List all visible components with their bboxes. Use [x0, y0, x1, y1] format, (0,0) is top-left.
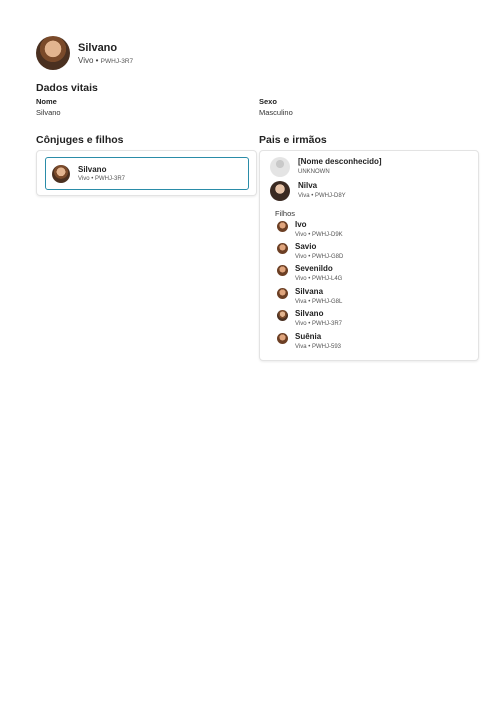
child-name: Suênia	[295, 332, 322, 341]
sex-value: Masculino	[259, 108, 293, 117]
person-header: Silvano Vivo • PWHJ-3R7	[36, 36, 133, 70]
father-meta: UNKNOWN	[298, 169, 330, 175]
child-row[interactable]: Silvano Vivo • PWHJ-3R7	[277, 309, 342, 327]
vitals-title: Dados vitais	[36, 82, 98, 94]
child-name: Savio	[295, 242, 317, 251]
children-label: Filhos	[275, 209, 296, 218]
child-meta: Vivo • PWHJ-3R7	[295, 321, 343, 327]
child-meta: Vivo • PWHJ-D9K	[295, 232, 343, 238]
child-name: Ivo	[295, 220, 307, 229]
child-meta: Vivo • PWHJ-G8D	[295, 254, 344, 260]
person-card-meta: Vivo • PWHJ-3R7	[78, 176, 126, 182]
father-row[interactable]: [Nome desconhecido] UNKNOWN	[270, 157, 382, 177]
child-row[interactable]: Savio Vivo • PWHJ-G8D	[277, 242, 343, 260]
father-name: [Nome desconhecido]	[298, 157, 382, 166]
child-name: Sevenildo	[295, 264, 333, 273]
child-avatar	[277, 243, 288, 254]
mother-name: Nilva	[298, 181, 318, 190]
person-pid: PWHJ-3R7	[100, 57, 134, 65]
person-card[interactable]: Silvano Vivo • PWHJ-3R7	[45, 157, 249, 190]
spouses-title: Cônjuges e filhos	[36, 134, 124, 146]
sex-label: Sexo	[259, 97, 277, 106]
child-meta: Viva • PWHJ-593	[295, 344, 342, 350]
parents-card: [Nome desconhecido] UNKNOWN Nilva Viva •…	[259, 150, 479, 361]
name-value: Silvano	[36, 108, 61, 117]
child-meta: Vivo • PWHJ-L4G	[295, 276, 343, 282]
unknown-person-avatar	[270, 157, 290, 177]
person-name: Silvano	[78, 41, 118, 54]
child-row[interactable]: Silvana Viva • PWHJ-G8L	[277, 287, 342, 305]
child-avatar	[277, 310, 288, 321]
person-status-line: Vivo • PWHJ-3R7	[78, 55, 134, 65]
child-avatar	[277, 221, 288, 232]
child-name: Silvano	[295, 309, 324, 318]
child-row[interactable]: Suênia Viva • PWHJ-593	[277, 332, 341, 350]
person-card-avatar	[52, 164, 70, 183]
child-row[interactable]: Sevenildo Vivo • PWHJ-L4G	[277, 264, 342, 282]
mother-avatar	[270, 181, 290, 201]
person-card-name: Silvano	[78, 165, 107, 174]
child-name: Silvana	[295, 287, 324, 296]
parents-title: Pais e irmãos	[259, 134, 327, 146]
child-avatar	[277, 333, 288, 344]
mother-row[interactable]: Nilva Viva • PWHJ-D8Y	[270, 181, 346, 201]
person-status: Vivo	[78, 55, 94, 65]
child-avatar	[277, 288, 288, 299]
child-meta: Viva • PWHJ-G8L	[295, 299, 343, 305]
person-avatar	[36, 36, 70, 70]
child-avatar	[277, 265, 288, 276]
child-row[interactable]: Ivo Vivo • PWHJ-D9K	[277, 220, 343, 238]
mother-meta: Viva • PWHJ-D8Y	[298, 193, 346, 199]
name-label: Nome	[36, 97, 57, 106]
spouses-card: Silvano Vivo • PWHJ-3R7	[36, 150, 257, 196]
